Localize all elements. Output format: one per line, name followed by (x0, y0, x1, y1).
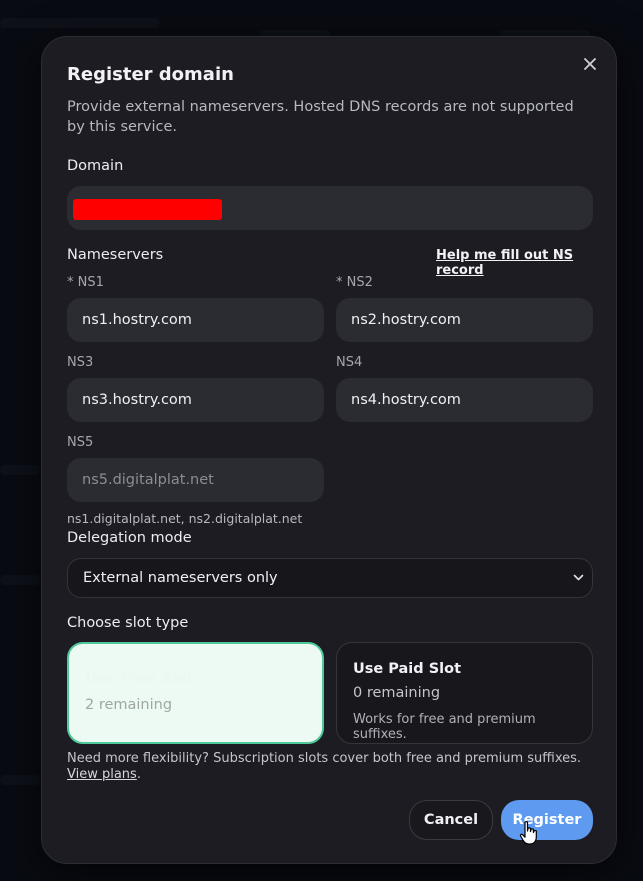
delegation-mode-label: Delegation mode (67, 530, 192, 546)
ns3-label: NS3 (67, 355, 94, 370)
ns5-label: NS5 (67, 435, 94, 450)
slot-type-label: Choose slot type (67, 615, 189, 631)
delegation-mode-value: External nameservers only (83, 570, 278, 586)
ns2-input[interactable]: ns2.hostry.com (336, 298, 593, 342)
paid-slot-title: Use Paid Slot (353, 661, 462, 677)
ns5-input[interactable]: ns5.digitalplat.net (67, 458, 324, 502)
ns4-label: NS4 (336, 355, 363, 370)
ns2-label: * NS2 (336, 275, 373, 290)
ns1-label: * NS1 (67, 275, 104, 290)
register-button[interactable]: Register (501, 800, 593, 840)
footnote-end: . (136, 767, 141, 782)
ns4-input[interactable]: ns4.hostry.com (336, 378, 593, 422)
nameservers-label: Nameservers (67, 247, 164, 263)
paid-slot-remaining: 0 remaining (353, 685, 441, 701)
close-icon[interactable] (580, 56, 600, 76)
ns1-input[interactable]: ns1.hostry.com (67, 298, 324, 342)
chevron-down-icon (573, 559, 584, 613)
register-domain-dialog: Register domain Provide external nameser… (41, 36, 617, 864)
hand-pointer-cursor-icon (519, 820, 539, 846)
view-plans-link[interactable]: View plans (67, 767, 137, 782)
ns3-input[interactable]: ns3.hostry.com (67, 378, 324, 422)
dialog-description: Provide external nameservers. Hosted DNS… (67, 99, 574, 135)
footnote-text: Need more flexibility? Subscription slot… (67, 751, 582, 766)
free-slot-remaining: 2 remaining (85, 697, 173, 713)
domain-label: Domain (67, 158, 124, 174)
cancel-button[interactable]: Cancel (409, 800, 493, 840)
help-ns-record-link[interactable]: Help me fill out NS record (436, 248, 616, 278)
dialog-title: Register domain (67, 64, 234, 85)
subscription-footnote: Need more flexibility? Subscription slot… (67, 751, 587, 783)
free-slot-option[interactable]: Use Free Slot 2 remaining (67, 642, 324, 744)
nameserver-hint: ns1.digitalplat.net, ns2.digitalplat.net (67, 511, 303, 526)
paid-slot-option[interactable]: Use Paid Slot 0 remaining Works for free… (336, 642, 593, 744)
redacted-domain-value (73, 199, 222, 220)
delegation-mode-select[interactable]: External nameservers only (67, 558, 593, 598)
paid-slot-note: Works for free and premium suffixes. (353, 712, 536, 742)
free-slot-title: Use Free Slot (85, 671, 194, 687)
